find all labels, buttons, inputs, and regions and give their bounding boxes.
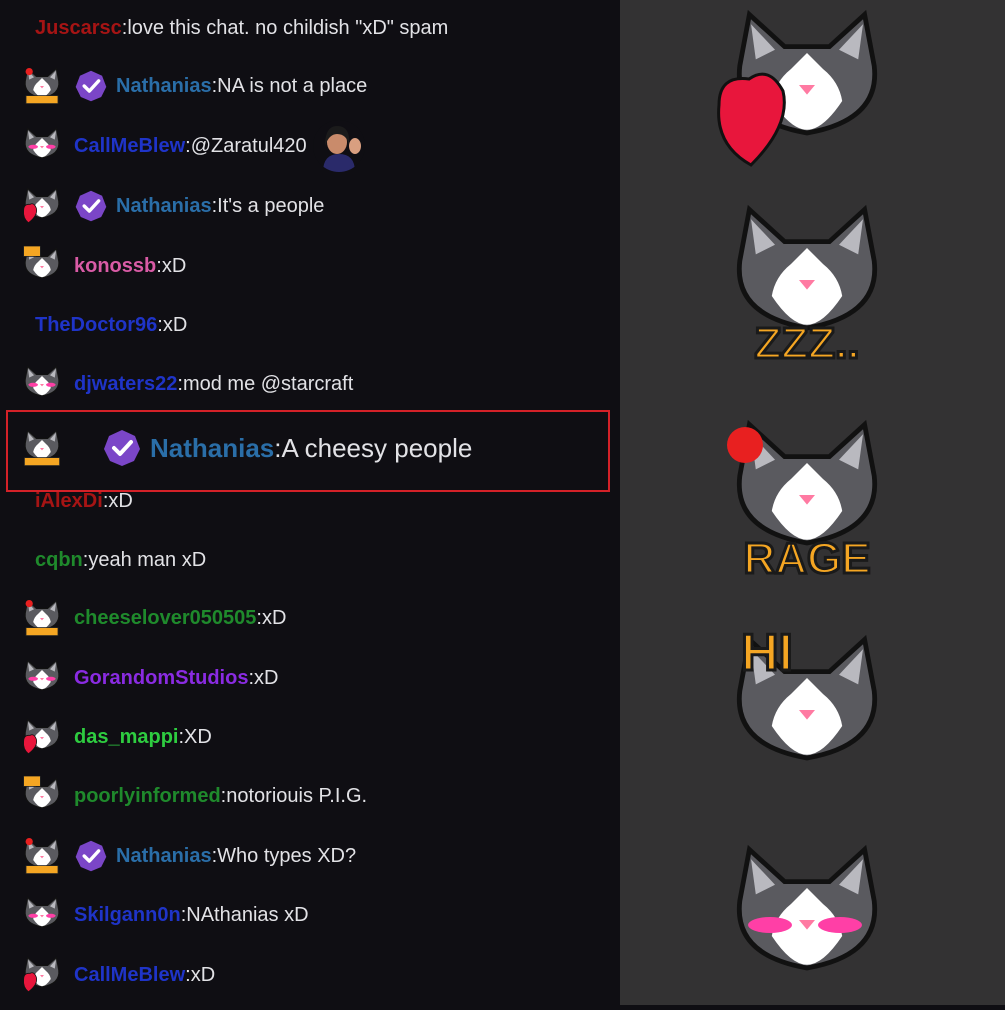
sub-emote-slot [22, 836, 62, 876]
blush-cat-emote-icon [24, 127, 60, 159]
rage-cat-emote-icon [24, 67, 60, 104]
rage-cat-emote-icon [24, 837, 60, 874]
chat-message-text: yeah man xD [88, 548, 207, 571]
chat-message: CallMeBlew: xD [0, 955, 610, 995]
sub-emote-slot [22, 775, 62, 816]
chat-message-text: xD [161, 254, 187, 277]
hi-cat-emote-icon [23, 775, 60, 809]
chat-message-text: @Zaratul420 [190, 134, 307, 157]
sub-emote-slot [22, 955, 62, 995]
emote-caption: ZZZ.. [754, 319, 859, 368]
chat-message-text: xD [261, 606, 287, 629]
chat-username[interactable]: das_mappi [74, 726, 178, 749]
chat-username[interactable]: iAlexDi [35, 490, 103, 513]
chat-message-text: mod me @starcraft [182, 372, 354, 395]
hi-cat-emote-icon [23, 245, 60, 279]
heart-cat-emote-icon [23, 718, 60, 755]
heart-cat-emote-icon [23, 187, 60, 224]
chat-message: cqbn: yeah man xD [0, 540, 610, 580]
blush-cat-emote-icon [24, 365, 60, 397]
hi-cat-emote-icon: HI [715, 630, 900, 800]
chat-username[interactable]: Nathanias [116, 845, 212, 868]
verified-badge-icon [75, 190, 107, 222]
chat-message-text: NA is not a place [217, 74, 368, 97]
sub-emote-slot [22, 364, 62, 404]
rage-cat-emote-icon: RAGE [727, 415, 900, 585]
chat-username[interactable]: TheDoctor96 [35, 314, 157, 337]
chat-message: djwaters22: mod me @starcraft [0, 364, 610, 404]
chat-message-text: love this chat. no childish "xD" spam [127, 16, 449, 39]
chat-username[interactable]: Skilgann0n [74, 904, 181, 927]
chat-message: CallMeBlew: @Zaratul420 [0, 120, 610, 172]
emote-caption: HI [741, 630, 793, 682]
chat-username[interactable]: cqbn [35, 549, 83, 572]
chat-message-text: NAthanias xD [186, 903, 309, 926]
chat-message: GorandomStudios: xD [0, 658, 610, 698]
chat-username[interactable]: cheeselover050505 [74, 607, 256, 630]
chat-username[interactable]: Juscarsc [35, 17, 122, 40]
chat-username[interactable]: poorlyinformed [74, 785, 221, 808]
chat-username[interactable]: CallMeBlew [74, 135, 185, 158]
chat-message-text: It's a people [217, 194, 325, 217]
sub-emote-slot [22, 126, 62, 166]
rage-cat-emote-icon [24, 599, 60, 636]
highlight-box [6, 410, 610, 492]
chat-message: Nathanias: Who types XD? [0, 836, 610, 876]
chat-message: konossb: xD [0, 245, 610, 286]
chat-message-text: xD [190, 963, 216, 986]
chat-message: Skilgann0n: NAthanias xD [0, 895, 610, 935]
sub-emote-slot [22, 245, 62, 286]
chat-panel: Juscarsc: love this chat. no childish "x… [0, 0, 620, 1005]
chat-message-text: xD [162, 313, 188, 336]
emote-caption: RAGE [743, 534, 870, 583]
chat-message: Juscarsc: love this chat. no childish "x… [0, 8, 610, 48]
chat-username[interactable]: Nathanias [116, 195, 212, 218]
chat-message: Nathanias: NA is not a place [0, 66, 610, 106]
chat-message-text: Who types XD? [217, 844, 357, 867]
chat-username[interactable]: GorandomStudios [74, 667, 248, 690]
chat-message-text: notoriouis P.I.G. [226, 784, 368, 807]
chat-message: poorlyinformed: notoriouis P.I.G. [0, 775, 610, 816]
sub-emote-slot [22, 895, 62, 935]
chat-message: cheeselover050505: xD [0, 598, 610, 638]
sub-emote-slot [22, 717, 62, 757]
blush-cat-emote-icon [24, 659, 60, 691]
chat-username[interactable]: konossb [74, 255, 156, 278]
chat-message-text: XD [184, 725, 212, 748]
heart-cat-emote-icon [23, 956, 60, 993]
sub-emote-slot [22, 598, 62, 638]
verified-badge-icon [75, 840, 107, 872]
waving-avatar-icon [312, 120, 365, 172]
zzz-cat-emote-icon: ZZZ.. [715, 200, 900, 370]
blush-cat-emote-icon [715, 840, 900, 1010]
chat-message: das_mappi: XD [0, 717, 610, 757]
chat-message-text: xD [108, 489, 133, 512]
sub-emote-slot [22, 66, 62, 106]
sub-emote-slot [22, 658, 62, 698]
chat-message: TheDoctor96: xD [0, 305, 610, 345]
chat-message: Nathanias: It's a people [0, 186, 610, 226]
blush-cat-emote-icon [24, 896, 60, 928]
chat-username[interactable]: Nathanias [116, 75, 212, 98]
chat-username[interactable]: CallMeBlew [74, 964, 185, 987]
verified-badge-icon [75, 70, 107, 102]
sub-emote-slot [22, 186, 62, 226]
chat-username[interactable]: djwaters22 [74, 373, 177, 396]
chat-message-text: xD [254, 666, 279, 689]
heart-cat-emote-icon [717, 5, 900, 167]
